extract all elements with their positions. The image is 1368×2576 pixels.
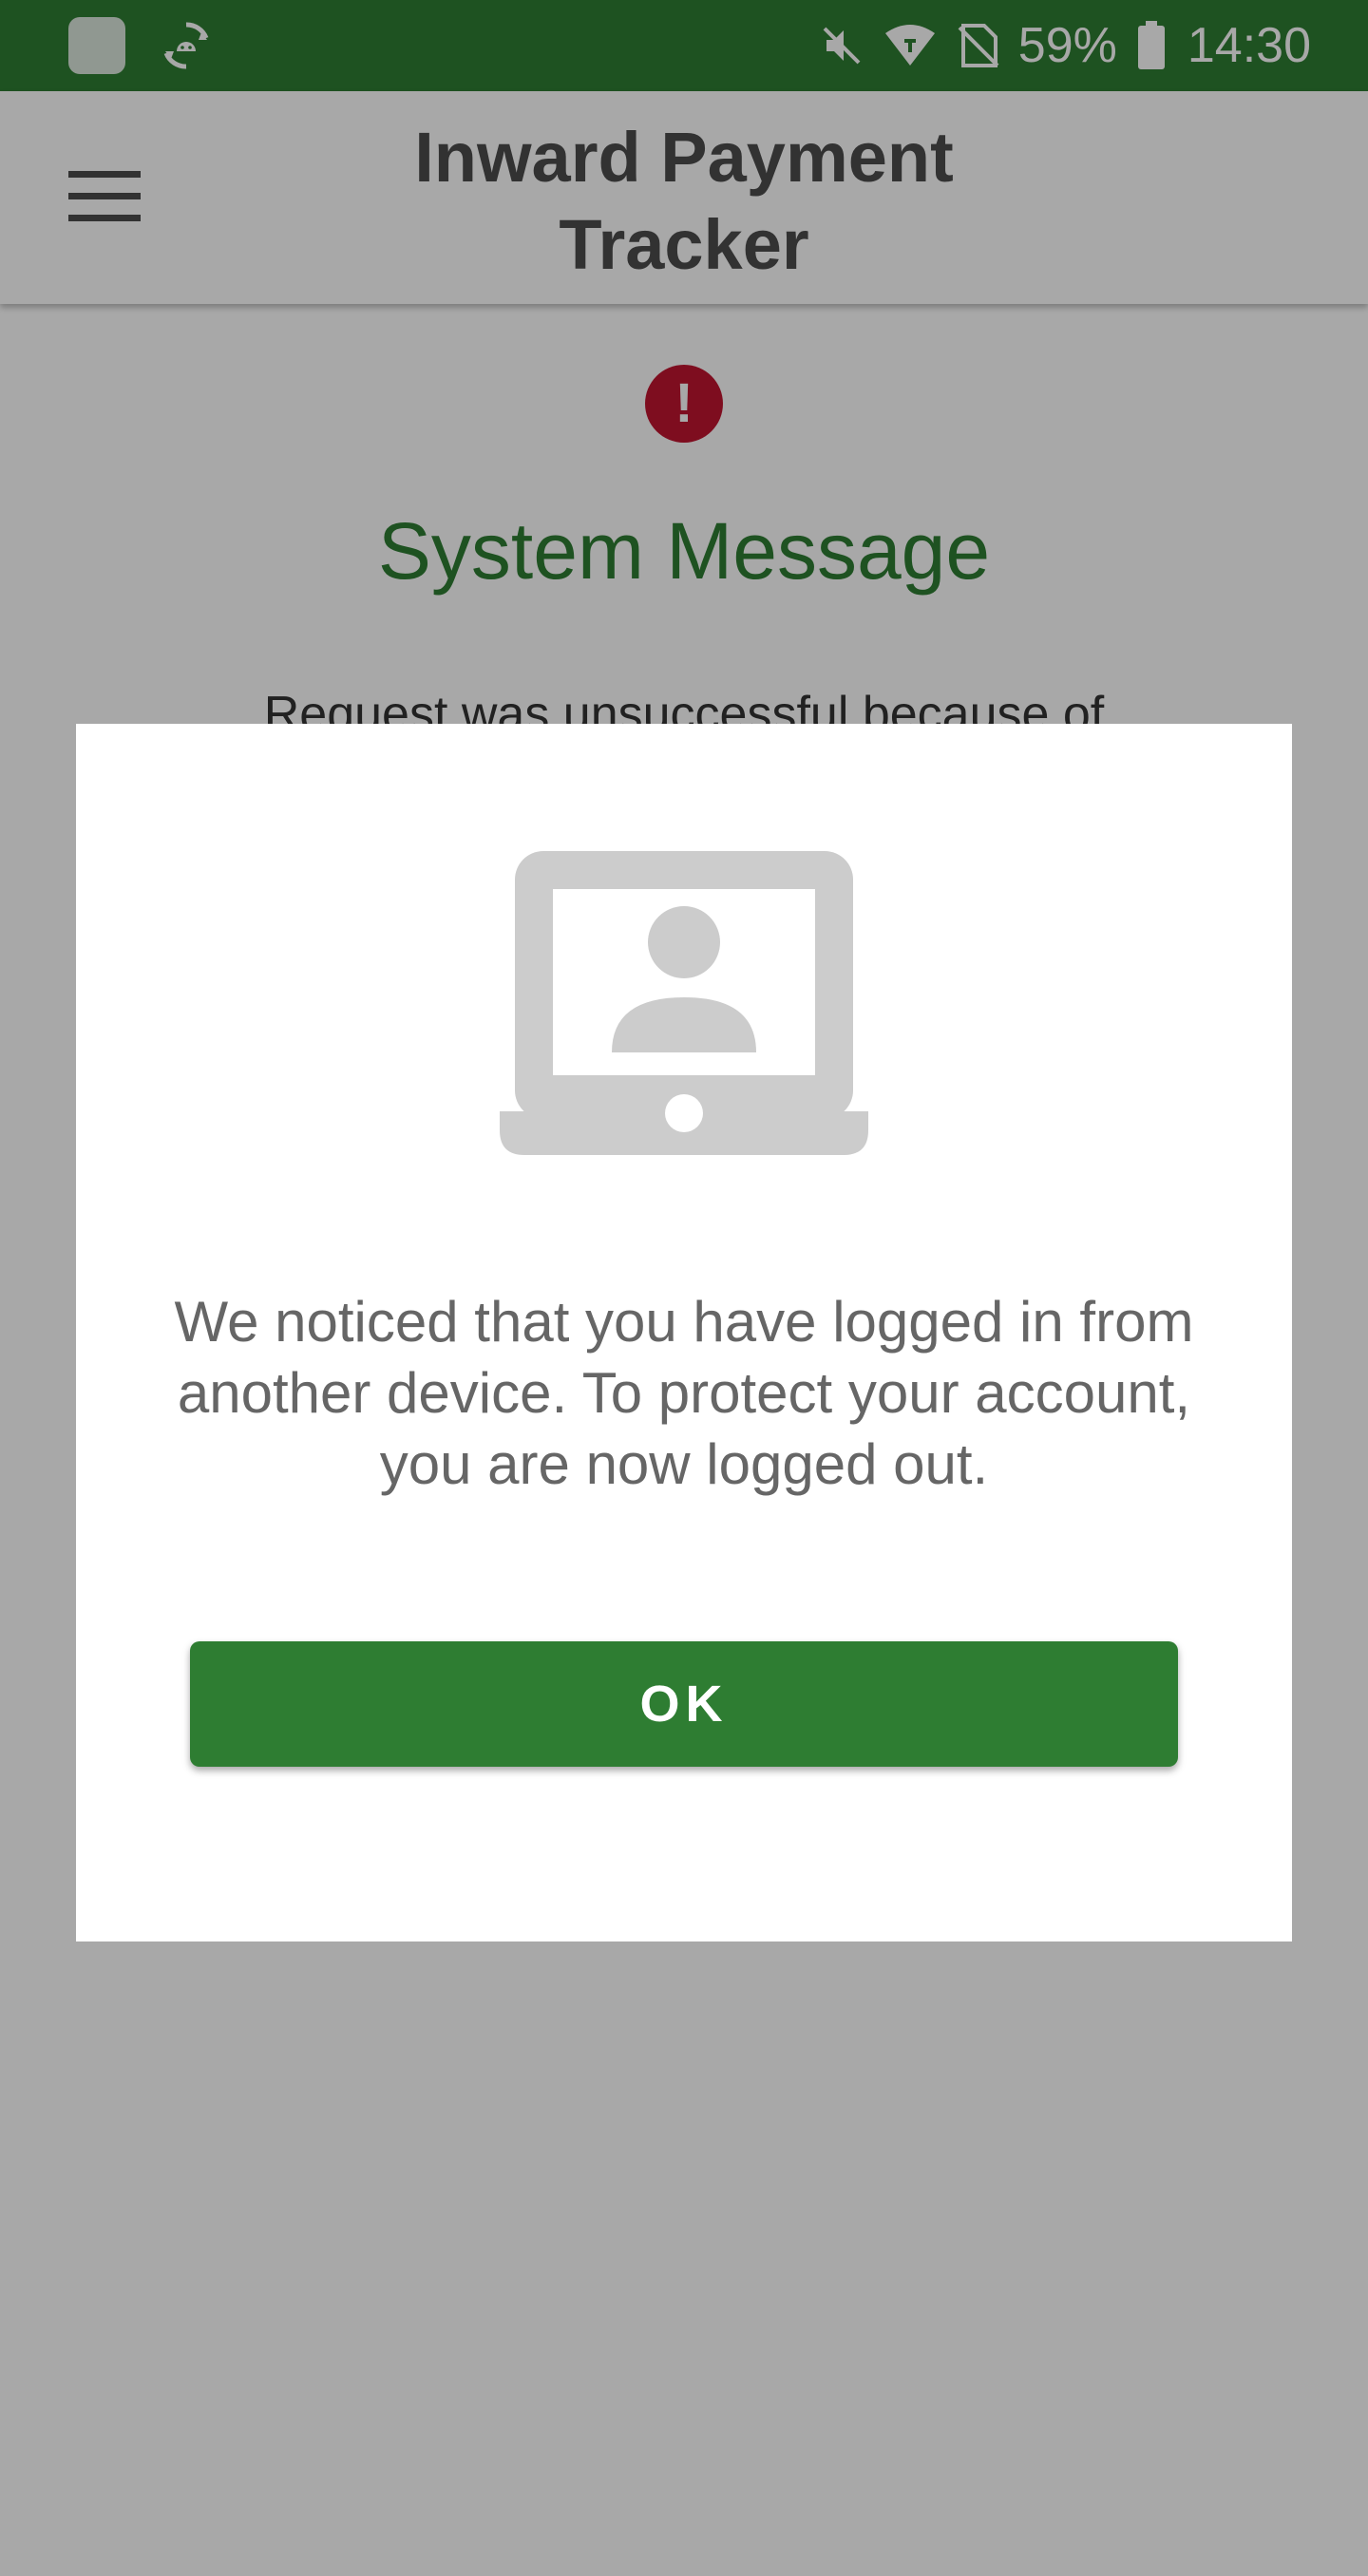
ok-button[interactable]: OK — [190, 1641, 1178, 1767]
logged-out-dialog: We noticed that you have logged in from … — [76, 724, 1292, 1941]
dialog-message: We noticed that you have logged in from … — [174, 1290, 1194, 1496]
laptop-user-icon — [500, 851, 868, 1155]
